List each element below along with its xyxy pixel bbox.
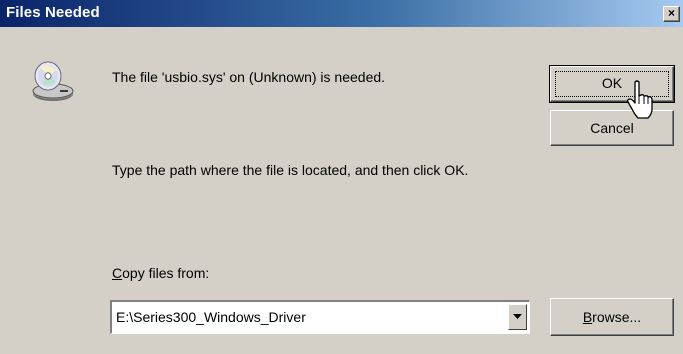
copy-files-from-combobox[interactable]: E:\Series300_Windows_Driver xyxy=(110,300,530,334)
copy-files-from-value[interactable]: E:\Series300_Windows_Driver xyxy=(116,309,306,325)
cancel-button-label: Cancel xyxy=(590,120,634,136)
ok-button[interactable]: OK xyxy=(549,65,675,103)
browse-accelerator: B xyxy=(582,309,593,325)
window-title: Files Needed xyxy=(6,4,100,21)
title-bar[interactable]: Files Needed × xyxy=(0,0,683,27)
cancel-button[interactable]: Cancel xyxy=(550,110,674,146)
cd-drive-icon xyxy=(32,61,74,101)
chevron-down-icon xyxy=(513,314,522,319)
copy-accelerator: C xyxy=(112,265,123,281)
browse-label-rest: rowse... xyxy=(592,309,642,325)
browse-button[interactable]: Browse... xyxy=(550,298,674,336)
needed-file-message: The file 'usbio.sys' on (Unknown) is nee… xyxy=(112,69,386,85)
close-icon: × xyxy=(667,6,675,20)
dropdown-button[interactable] xyxy=(508,304,527,330)
close-button[interactable]: × xyxy=(663,6,680,22)
copy-label-rest: opy files from: xyxy=(122,265,210,281)
copy-files-from-label: Copy files from: xyxy=(112,265,209,281)
instruction-message: Type the path where the file is located,… xyxy=(112,162,469,178)
ok-button-label: OK xyxy=(601,75,623,91)
files-needed-dialog: Files Needed × The file 'usbio.sys' on (… xyxy=(0,0,683,354)
